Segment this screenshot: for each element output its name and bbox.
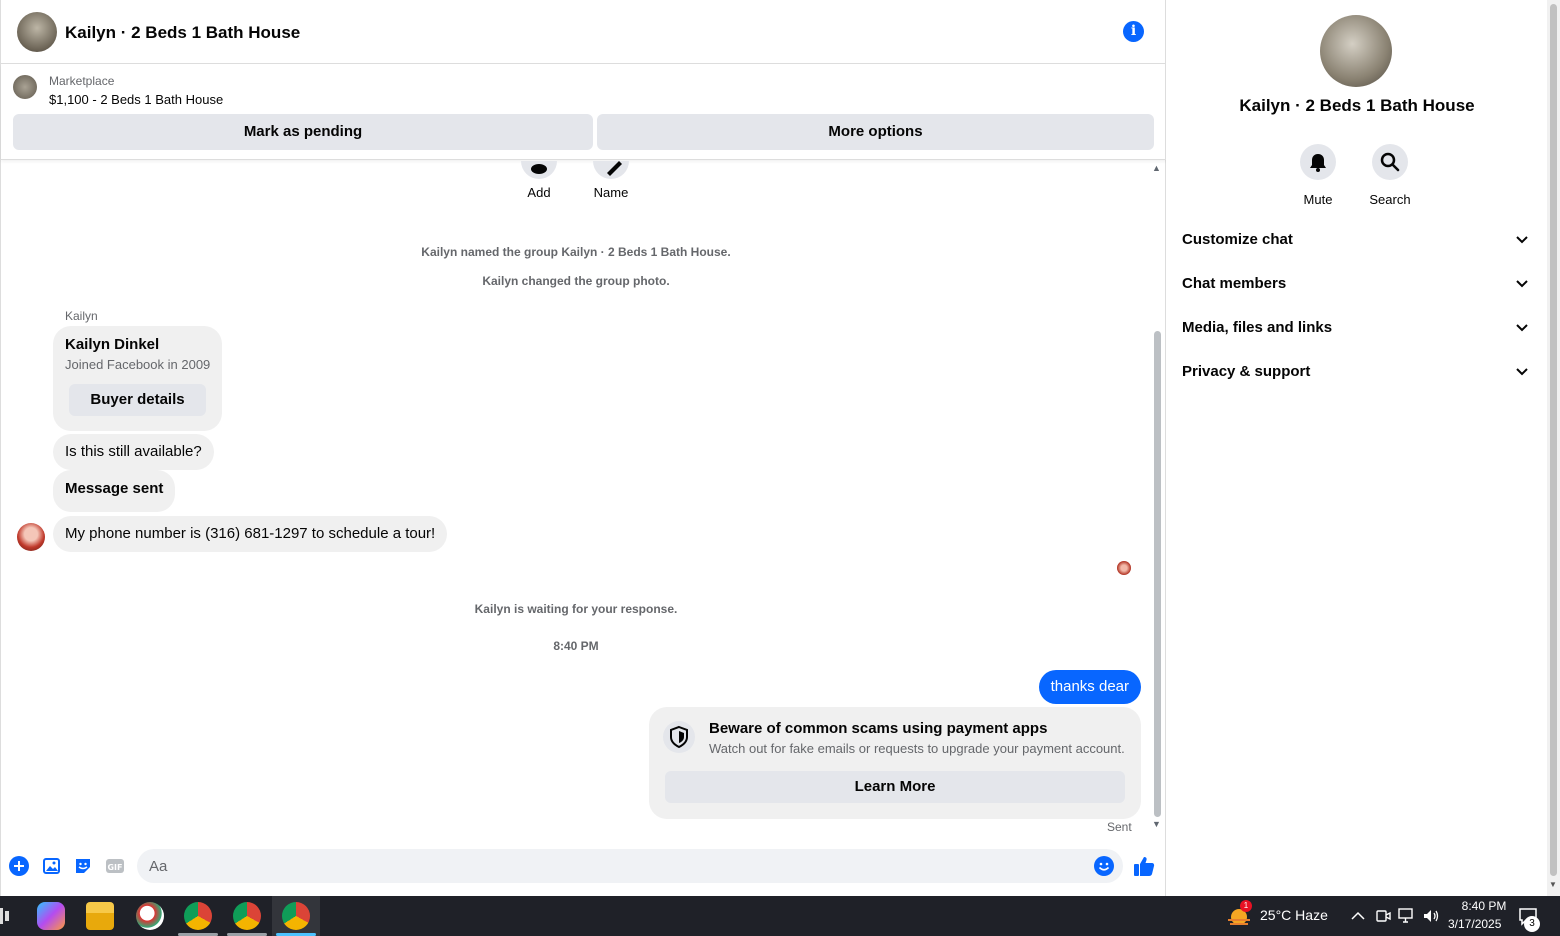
weather-text[interactable]: 25°C Haze xyxy=(1260,907,1328,923)
mute-label: Mute xyxy=(1303,192,1333,207)
section-label: Privacy & support xyxy=(1182,363,1311,380)
page-scroll-thumb[interactable] xyxy=(1550,4,1557,876)
section-label: Chat members xyxy=(1182,275,1287,292)
chrome-profile-a-icon[interactable] xyxy=(184,902,212,930)
info-icon[interactable]: i xyxy=(1123,21,1144,42)
page-scroll-down-arrow[interactable]: ▼ xyxy=(1549,880,1557,889)
chat-scrollbar[interactable]: ▲ ▼ xyxy=(1151,163,1163,833)
pencil-icon xyxy=(607,161,622,176)
section-label: Customize chat xyxy=(1182,231,1293,248)
buyer-joined: Joined Facebook in 2009 xyxy=(65,357,211,372)
clock-date[interactable]: 3/17/2025 xyxy=(1448,917,1501,931)
mark-pending-button[interactable]: Mark as pending xyxy=(13,114,593,150)
file-explorer-icon[interactable] xyxy=(86,902,114,930)
incoming-message[interactable]: Is this still available? xyxy=(53,434,214,470)
notification-count-badge: 3 xyxy=(1524,916,1540,932)
sender-avatar[interactable] xyxy=(17,523,45,551)
section-media-files-links[interactable]: Media, files and links xyxy=(1182,308,1532,348)
outgoing-message[interactable]: thanks dear xyxy=(1038,670,1141,704)
chevron-down-icon xyxy=(1516,236,1528,244)
page-scrollbar[interactable]: ▼ xyxy=(1547,0,1560,896)
system-message: Kailyn named the group Kailyn · 2 Beds 1… xyxy=(421,245,731,259)
task-view-icon[interactable] xyxy=(0,908,10,924)
marketplace-listing-bar: Marketplace $1,100 - 2 Beds 1 Bath House… xyxy=(1,64,1167,160)
chrome-active-icon[interactable] xyxy=(282,902,310,930)
chat-title[interactable]: Kailyn · 2 Beds 1 Bath House xyxy=(65,23,300,43)
message-list[interactable]: Add Name Kailyn named the group Kailyn ·… xyxy=(1,161,1151,836)
listing-name[interactable]: $1,100 - 2 Beds 1 Bath House xyxy=(49,92,223,107)
chevron-up-icon[interactable] xyxy=(1351,909,1365,923)
learn-more-button[interactable]: Learn More xyxy=(665,771,1125,803)
sender-name: Kailyn xyxy=(65,309,98,323)
listing-category: Marketplace xyxy=(49,74,115,88)
buyer-card: Kailyn Dinkel Joined Facebook in 2009 Bu… xyxy=(53,326,222,431)
search-label: Search xyxy=(1369,192,1411,207)
scroll-down-arrow[interactable]: ▼ xyxy=(1152,819,1161,829)
incoming-message[interactable]: Message sent xyxy=(53,470,176,512)
person-icon xyxy=(531,164,547,174)
chat-info-panel: Kailyn · 2 Beds 1 Bath House Mute Search… xyxy=(1166,0,1548,896)
shield-icon xyxy=(663,721,695,753)
bell-icon xyxy=(1300,144,1336,180)
scam-subtitle: Watch out for fake emails or requests to… xyxy=(709,741,1125,756)
meet-now-icon[interactable] xyxy=(1375,908,1391,924)
add-people-button[interactable] xyxy=(521,161,557,179)
windows-taskbar: 1 25°C Haze 8:40 PM 3/17/2025 3 xyxy=(0,896,1560,936)
system-message: Kailyn changed the group photo. xyxy=(482,274,670,288)
gif-icon[interactable]: GIF xyxy=(105,856,125,876)
scroll-up-arrow[interactable]: ▲ xyxy=(1152,163,1161,173)
copilot-icon[interactable] xyxy=(37,902,65,930)
chat-window: Kailyn · 2 Beds 1 Bath House i Marketpla… xyxy=(0,0,1167,896)
network-icon[interactable] xyxy=(1398,908,1416,924)
incoming-message[interactable]: My phone number is (316) 681-1297 to sch… xyxy=(53,516,448,552)
plus-icon[interactable] xyxy=(9,856,29,876)
waiting-notice: Kailyn is waiting for your response. xyxy=(474,602,678,616)
thumbs-up-icon[interactable] xyxy=(1133,855,1155,877)
chat-header: Kailyn · 2 Beds 1 Bath House i xyxy=(1,0,1167,64)
buyer-details-button[interactable]: Buyer details xyxy=(69,384,206,416)
sticker-icon[interactable] xyxy=(73,856,93,876)
scam-title: Beware of common scams using payment app… xyxy=(709,720,1048,737)
chevron-down-icon xyxy=(1516,280,1528,288)
name-label: Name xyxy=(593,185,629,200)
group-avatar[interactable] xyxy=(17,12,57,52)
composer: GIF xyxy=(1,846,1167,886)
more-options-button[interactable]: More options xyxy=(597,114,1154,150)
mute-button[interactable]: Mute xyxy=(1288,144,1348,207)
svg-text:GIF: GIF xyxy=(107,863,122,872)
message-timestamp: 8:40 PM xyxy=(553,639,599,653)
section-chat-members[interactable]: Chat members xyxy=(1182,264,1532,304)
listing-thumbnail[interactable] xyxy=(13,75,37,99)
buyer-name: Kailyn Dinkel xyxy=(65,336,160,353)
paint-icon[interactable] xyxy=(136,902,164,930)
search-button[interactable]: Search xyxy=(1360,144,1420,207)
name-group-button[interactable] xyxy=(593,161,629,179)
emoji-icon[interactable] xyxy=(1094,856,1114,876)
panel-group-avatar[interactable] xyxy=(1320,15,1392,87)
message-input[interactable] xyxy=(137,849,1123,883)
message-status: Sent xyxy=(1107,820,1132,834)
add-label: Add xyxy=(527,185,551,200)
chrome-icon[interactable] xyxy=(233,902,261,930)
scroll-thumb[interactable] xyxy=(1154,331,1161,817)
volume-icon[interactable] xyxy=(1422,908,1440,924)
clock-time[interactable]: 8:40 PM xyxy=(1454,899,1514,913)
chevron-down-icon xyxy=(1516,368,1528,376)
section-customize-chat[interactable]: Customize chat xyxy=(1182,220,1532,260)
photo-icon[interactable] xyxy=(41,856,61,876)
read-receipt-avatar xyxy=(1117,561,1131,575)
section-privacy-support[interactable]: Privacy & support xyxy=(1182,352,1532,392)
weather-badge: 1 xyxy=(1240,900,1252,912)
scam-warning-card: Beware of common scams using payment app… xyxy=(649,707,1141,819)
panel-title: Kailyn · 2 Beds 1 Bath House xyxy=(1239,96,1475,115)
chevron-down-icon xyxy=(1516,324,1528,332)
search-icon xyxy=(1372,144,1408,180)
section-label: Media, files and links xyxy=(1182,319,1333,336)
